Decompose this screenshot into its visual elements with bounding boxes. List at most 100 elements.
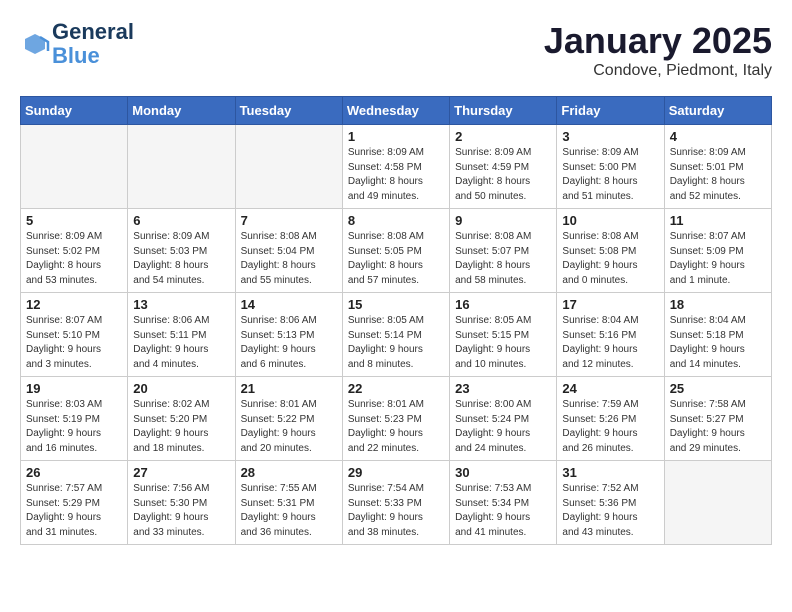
day-info: Sunrise: 8:01 AMSunset: 5:23 PMDaylight:… <box>348 398 444 456</box>
calendar-day-18: 18 Sunrise: 8:04 AMSunset: 5:18 PMDayligh… <box>664 293 771 377</box>
calendar-day-2: 2Sunrise: 8:09 AMSunset: 4:59 PMDaylight… <box>450 125 557 209</box>
calendar-day-22: 22 Sunrise: 8:01 AMSunset: 5:23 PMDayligh… <box>342 377 449 461</box>
day-number: 24 <box>562 381 658 396</box>
weekday-thursday: Thursday <box>450 97 557 125</box>
day-info: Sunrise: 7:53 AMSunset: 5:34 PMDaylight:… <box>455 482 551 540</box>
day-info: Sunrise: 8:07 AMSunset: 5:09 PMDaylight:… <box>670 230 766 288</box>
day-info: Sunrise: 8:01 AMSunset: 5:22 PMDaylight:… <box>241 398 337 456</box>
day-info: Sunrise: 8:04 AMSunset: 5:18 PMDaylight:… <box>670 314 766 372</box>
day-info: Sunrise: 8:05 AMSunset: 5:15 PMDaylight:… <box>455 314 551 372</box>
calendar-day-3: 3Sunrise: 8:09 AMSunset: 5:00 PMDaylight… <box>557 125 664 209</box>
month-title: January 2025 <box>544 20 772 62</box>
day-number: 6 <box>133 213 229 228</box>
calendar-day-empty <box>128 125 235 209</box>
calendar-week-1: 1 Sunrise: 8:09 AMSunset: 4:58 PMDaylight… <box>21 125 772 209</box>
day-info: Sunrise: 7:55 AMSunset: 5:31 PMDaylight:… <box>241 482 337 540</box>
calendar-day-23: 23 Sunrise: 8:00 AMSunset: 5:24 PMDayligh… <box>450 377 557 461</box>
calendar-day-13: 13 Sunrise: 8:06 AMSunset: 5:11 PMDayligh… <box>128 293 235 377</box>
logo-icon <box>20 29 50 59</box>
calendar-day-5: 5Sunrise: 8:09 AMSunset: 5:02 PMDaylight… <box>21 209 128 293</box>
day-info: Sunrise: 8:03 AMSunset: 5:19 PMDaylight:… <box>26 398 122 456</box>
day-info: Sunrise: 8:09 AMSunset: 5:03 PMDaylight:… <box>133 230 229 288</box>
calendar-day-empty <box>664 461 771 545</box>
day-number: 26 <box>26 465 122 480</box>
day-number: 2 <box>455 129 551 144</box>
day-info: Sunrise: 7:57 AMSunset: 5:29 PMDaylight:… <box>26 482 122 540</box>
day-info: Sunrise: 8:05 AMSunset: 5:14 PMDaylight:… <box>348 314 444 372</box>
day-info: Sunrise: 8:07 AMSunset: 5:10 PMDaylight:… <box>26 314 122 372</box>
day-number: 30 <box>455 465 551 480</box>
day-info: Sunrise: 8:06 AMSunset: 5:11 PMDaylight:… <box>133 314 229 372</box>
day-number: 10 <box>562 213 658 228</box>
day-info: Sunrise: 8:00 AMSunset: 5:24 PMDaylight:… <box>455 398 551 456</box>
day-number: 20 <box>133 381 229 396</box>
day-info: Sunrise: 8:08 AMSunset: 5:07 PMDaylight:… <box>455 230 551 288</box>
calendar-day-1: 1 Sunrise: 8:09 AMSunset: 4:58 PMDaylight… <box>342 125 449 209</box>
calendar-day-14: 14 Sunrise: 8:06 AMSunset: 5:13 PMDayligh… <box>235 293 342 377</box>
day-number: 28 <box>241 465 337 480</box>
day-number: 25 <box>670 381 766 396</box>
calendar-week-4: 19Sunrise: 8:03 AMSunset: 5:19 PMDayligh… <box>21 377 772 461</box>
calendar-day-29: 29 Sunrise: 7:54 AMSunset: 5:33 PMDayligh… <box>342 461 449 545</box>
day-info: Sunrise: 8:06 AMSunset: 5:13 PMDaylight:… <box>241 314 337 372</box>
calendar-header: SundayMondayTuesdayWednesdayThursdayFrid… <box>21 97 772 125</box>
calendar-week-3: 12Sunrise: 8:07 AMSunset: 5:10 PMDayligh… <box>21 293 772 377</box>
calendar-day-26: 26 Sunrise: 7:57 AMSunset: 5:29 PMDayligh… <box>21 461 128 545</box>
day-number: 29 <box>348 465 444 480</box>
day-info: Sunrise: 8:02 AMSunset: 5:20 PMDaylight:… <box>133 398 229 456</box>
day-info: Sunrise: 7:54 AMSunset: 5:33 PMDaylight:… <box>348 482 444 540</box>
day-number: 5 <box>26 213 122 228</box>
day-number: 23 <box>455 381 551 396</box>
day-info: Sunrise: 7:56 AMSunset: 5:30 PMDaylight:… <box>133 482 229 540</box>
calendar-table: SundayMondayTuesdayWednesdayThursdayFrid… <box>20 96 772 545</box>
calendar-day-10: 10 Sunrise: 8:08 AMSunset: 5:08 PMDayligh… <box>557 209 664 293</box>
day-number: 4 <box>670 129 766 144</box>
day-number: 1 <box>348 129 444 144</box>
calendar-day-6: 6 Sunrise: 8:09 AMSunset: 5:03 PMDaylight… <box>128 209 235 293</box>
calendar-day-21: 21 Sunrise: 8:01 AMSunset: 5:22 PMDayligh… <box>235 377 342 461</box>
day-number: 13 <box>133 297 229 312</box>
day-info: Sunrise: 8:09 AMSunset: 5:00 PMDaylight:… <box>562 146 658 204</box>
calendar-day-9: 9 Sunrise: 8:08 AMSunset: 5:07 PMDaylight… <box>450 209 557 293</box>
calendar-day-11: 11 Sunrise: 8:07 AMSunset: 5:09 PMDayligh… <box>664 209 771 293</box>
day-info: Sunrise: 8:08 AMSunset: 5:04 PMDaylight:… <box>241 230 337 288</box>
calendar-week-5: 26 Sunrise: 7:57 AMSunset: 5:29 PMDayligh… <box>21 461 772 545</box>
day-number: 27 <box>133 465 229 480</box>
logo: General Blue <box>20 20 134 68</box>
calendar-body: 1 Sunrise: 8:09 AMSunset: 4:58 PMDaylight… <box>21 125 772 545</box>
calendar-day-19: 19Sunrise: 8:03 AMSunset: 5:19 PMDayligh… <box>21 377 128 461</box>
day-number: 31 <box>562 465 658 480</box>
weekday-friday: Friday <box>557 97 664 125</box>
day-info: Sunrise: 8:04 AMSunset: 5:16 PMDaylight:… <box>562 314 658 372</box>
day-info: Sunrise: 8:09 AMSunset: 4:58 PMDaylight:… <box>348 146 444 204</box>
weekday-wednesday: Wednesday <box>342 97 449 125</box>
page-container: General Blue January 2025 Condove, Piedm… <box>0 0 792 555</box>
day-number: 8 <box>348 213 444 228</box>
weekday-tuesday: Tuesday <box>235 97 342 125</box>
day-info: Sunrise: 7:58 AMSunset: 5:27 PMDaylight:… <box>670 398 766 456</box>
weekday-saturday: Saturday <box>664 97 771 125</box>
day-number: 17 <box>562 297 658 312</box>
day-number: 18 <box>670 297 766 312</box>
calendar-day-24: 24Sunrise: 7:59 AMSunset: 5:26 PMDayligh… <box>557 377 664 461</box>
location: Condove, Piedmont, Italy <box>544 62 772 80</box>
calendar-day-12: 12Sunrise: 8:07 AMSunset: 5:10 PMDayligh… <box>21 293 128 377</box>
calendar-day-4: 4Sunrise: 8:09 AMSunset: 5:01 PMDaylight… <box>664 125 771 209</box>
calendar-day-25: 25 Sunrise: 7:58 AMSunset: 5:27 PMDayligh… <box>664 377 771 461</box>
day-number: 22 <box>348 381 444 396</box>
day-number: 9 <box>455 213 551 228</box>
calendar-day-15: 15 Sunrise: 8:05 AMSunset: 5:14 PMDayligh… <box>342 293 449 377</box>
calendar-day-20: 20 Sunrise: 8:02 AMSunset: 5:20 PMDayligh… <box>128 377 235 461</box>
day-number: 14 <box>241 297 337 312</box>
logo-line2: Blue <box>52 44 134 68</box>
day-info: Sunrise: 8:08 AMSunset: 5:08 PMDaylight:… <box>562 230 658 288</box>
day-info: Sunrise: 7:52 AMSunset: 5:36 PMDaylight:… <box>562 482 658 540</box>
day-number: 11 <box>670 213 766 228</box>
day-number: 21 <box>241 381 337 396</box>
day-number: 7 <box>241 213 337 228</box>
calendar-day-17: 17 Sunrise: 8:04 AMSunset: 5:16 PMDayligh… <box>557 293 664 377</box>
calendar-day-7: 7 Sunrise: 8:08 AMSunset: 5:04 PMDaylight… <box>235 209 342 293</box>
day-number: 15 <box>348 297 444 312</box>
calendar-day-27: 27 Sunrise: 7:56 AMSunset: 5:30 PMDayligh… <box>128 461 235 545</box>
calendar-day-28: 28 Sunrise: 7:55 AMSunset: 5:31 PMDayligh… <box>235 461 342 545</box>
